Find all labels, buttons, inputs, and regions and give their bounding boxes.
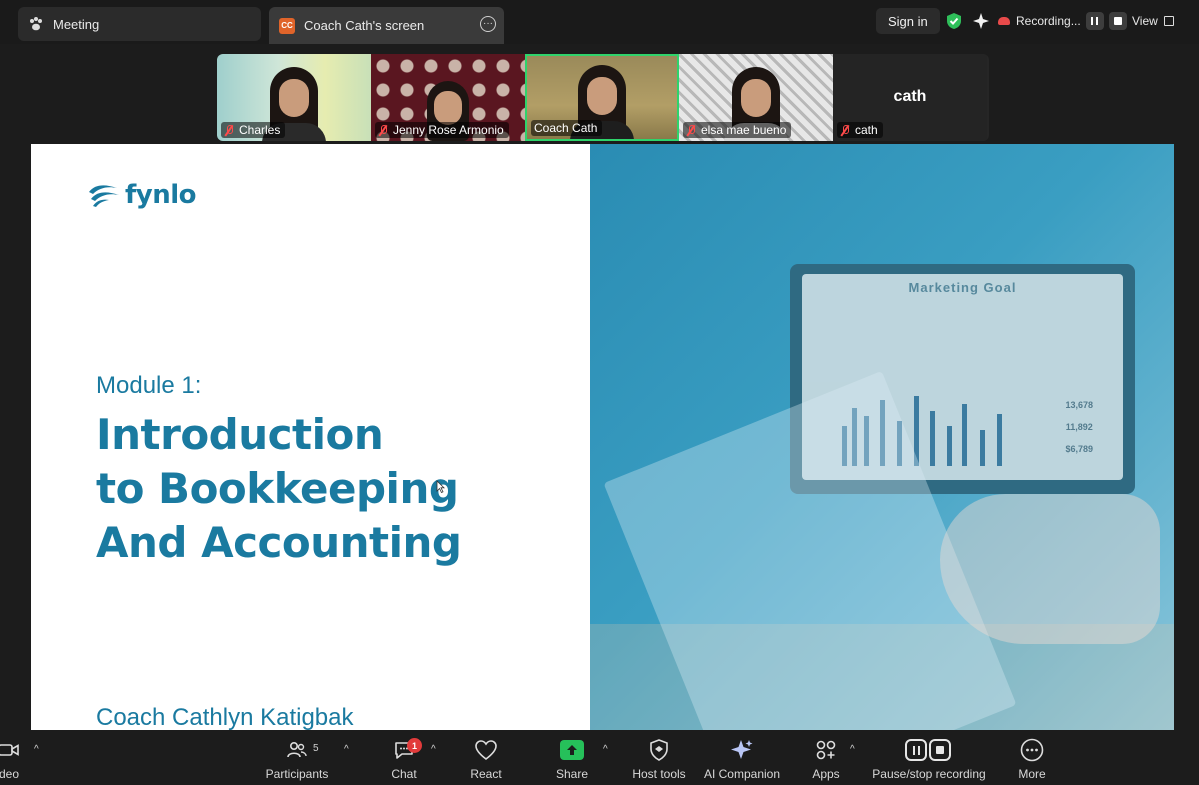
video-label: deo (0, 767, 20, 781)
ai-companion-button[interactable]: AI Companion (700, 730, 784, 785)
screen-stat: $6,789 (1065, 444, 1093, 454)
participant-tile[interactable]: Jenny Rose Armonio (371, 54, 525, 141)
share-options-chevron-icon[interactable]: ^ (603, 744, 608, 755)
slide-title-line: to Bookkeeping (96, 464, 459, 513)
participant-name-tag: Coach Cath (531, 120, 603, 136)
slide-title-line: Introduction (96, 410, 384, 459)
pause-stop-recording-label: Pause/stop recording (872, 767, 986, 781)
host-tools-label: Host tools (632, 767, 686, 781)
participants-count: 5 (313, 743, 319, 754)
react-button[interactable]: React (466, 730, 506, 785)
participant-name: Jenny Rose Armonio (393, 123, 504, 137)
apps-button[interactable]: Apps (806, 730, 846, 785)
pause-recording-button[interactable] (1085, 12, 1104, 30)
participant-name-tag: Jenny Rose Armonio (375, 122, 509, 138)
mic-muted-icon (686, 124, 696, 136)
recording-status: Recording... (998, 8, 1127, 34)
mic-muted-icon (224, 124, 234, 136)
participant-tile[interactable]: elsa mae bueno (679, 54, 833, 141)
participant-name: elsa mae bueno (701, 123, 787, 137)
participant-strip: Charles Jenny Rose Armonio Coach Cath el… (217, 54, 989, 141)
slide-title: Introduction to Bookkeeping And Accounti… (96, 408, 462, 570)
module-label: Module 1: (96, 372, 202, 399)
view-button[interactable]: View (1132, 8, 1174, 34)
video-options-chevron-icon[interactable]: ^ (34, 744, 39, 755)
wave-logo-icon (89, 185, 119, 207)
screen-stat: 13,678 (1065, 400, 1093, 410)
grid-view-icon (1163, 16, 1174, 26)
pause-stop-recording-button[interactable]: Pause/stop recording (868, 730, 990, 785)
share-label: Share (555, 767, 589, 781)
zoom-window: Meeting CC Coach Cath's screen ··· Sign … (0, 0, 1199, 785)
view-label: View (1132, 14, 1158, 28)
participant-name-tag: cath (837, 122, 883, 138)
participant-name: cath (855, 123, 878, 137)
apps-label: Apps (812, 767, 840, 781)
typing-hand (940, 494, 1160, 644)
screen-stat: 11,892 (1065, 422, 1093, 432)
participant-name-tag: elsa mae bueno (683, 122, 792, 138)
ai-sparkle-icon[interactable] (972, 12, 990, 35)
share-button[interactable]: Share (552, 730, 592, 785)
more-button[interactable]: More (1012, 730, 1052, 785)
participant-tile-video-off[interactable]: cath cath (833, 54, 987, 141)
slide-title-line: And Accounting (96, 518, 462, 567)
screen-dashboard-title: Marketing Goal (908, 280, 1017, 295)
paw-icon (28, 16, 44, 32)
participant-tile[interactable]: Charles (217, 54, 371, 141)
fynlo-logo: fynlo (87, 180, 197, 210)
stop-recording-button[interactable] (1108, 12, 1127, 30)
apps-grid-icon (813, 737, 839, 763)
chat-label: Chat (391, 767, 417, 781)
more-label: More (1018, 767, 1046, 781)
pause-stop-recording-icon (903, 737, 955, 763)
participants-label: Participants (265, 767, 329, 781)
tab-shared-screen[interactable]: CC Coach Cath's screen ··· (269, 7, 504, 44)
participant-display-name: cath (893, 88, 927, 105)
sharer-initials: CC (279, 17, 295, 34)
mic-muted-icon (840, 124, 850, 136)
shared-screen-slide: fynlo Module 1: Introduction to Bookkeep… (31, 144, 1174, 730)
slide-photo: Marketing Goal 13,678 11,892 $6,789 (590, 144, 1174, 730)
tab-meeting[interactable]: Meeting (18, 7, 261, 41)
host-shield-icon (646, 737, 672, 763)
cloud-recording-icon (998, 17, 1010, 25)
mic-muted-icon (378, 124, 388, 136)
sharer-avatar: CC (279, 17, 295, 34)
shield-check-icon[interactable] (946, 12, 962, 35)
share-screen-icon (559, 737, 585, 763)
host-tools-button[interactable]: Host tools (628, 730, 690, 785)
ai-companion-sparkle-icon (729, 737, 755, 763)
heart-icon (473, 737, 499, 763)
participant-tile-active-speaker[interactable]: Coach Cath (525, 54, 679, 141)
video-button[interactable]: deo (0, 730, 24, 785)
video-camera-icon (0, 737, 22, 763)
ai-companion-label: AI Companion (703, 767, 781, 781)
sign-in-button[interactable]: Sign in (876, 8, 940, 34)
participants-button[interactable]: Participants (262, 730, 332, 785)
recording-label: Recording... (1016, 14, 1081, 28)
screen-stats: 13,678 11,892 $6,789 (1065, 398, 1093, 456)
more-ellipsis-icon (1019, 737, 1045, 763)
meeting-toolbar: deo ^ Participants 5 ^ Chat 1 ^ React Sh… (0, 730, 1199, 785)
top-bar: Meeting CC Coach Cath's screen ··· Sign … (0, 0, 1199, 44)
tab-screen-label: Coach Cath's screen (304, 18, 425, 33)
apps-options-chevron-icon[interactable]: ^ (850, 744, 855, 755)
stop-icon (1113, 17, 1122, 25)
tab-meeting-label: Meeting (53, 16, 100, 32)
pause-icon (1091, 17, 1099, 25)
more-options-icon[interactable]: ··· (480, 16, 496, 32)
chat-options-chevron-icon[interactable]: ^ (431, 744, 436, 755)
participant-name: Charles (239, 123, 281, 137)
mouse-cursor-icon (436, 480, 445, 498)
participant-name-tag: Charles (221, 122, 286, 138)
slide-text-panel: fynlo Module 1: Introduction to Bookkeep… (31, 144, 590, 730)
logo-wordmark: fynlo (125, 180, 197, 210)
react-label: React (470, 767, 502, 781)
participants-options-chevron-icon[interactable]: ^ (344, 744, 349, 755)
chat-unread-badge: 1 (407, 738, 422, 753)
participant-name: Coach Cath (534, 121, 598, 135)
presenter-name: Coach Cathlyn Katigbak (96, 704, 354, 730)
participants-icon (284, 737, 310, 763)
